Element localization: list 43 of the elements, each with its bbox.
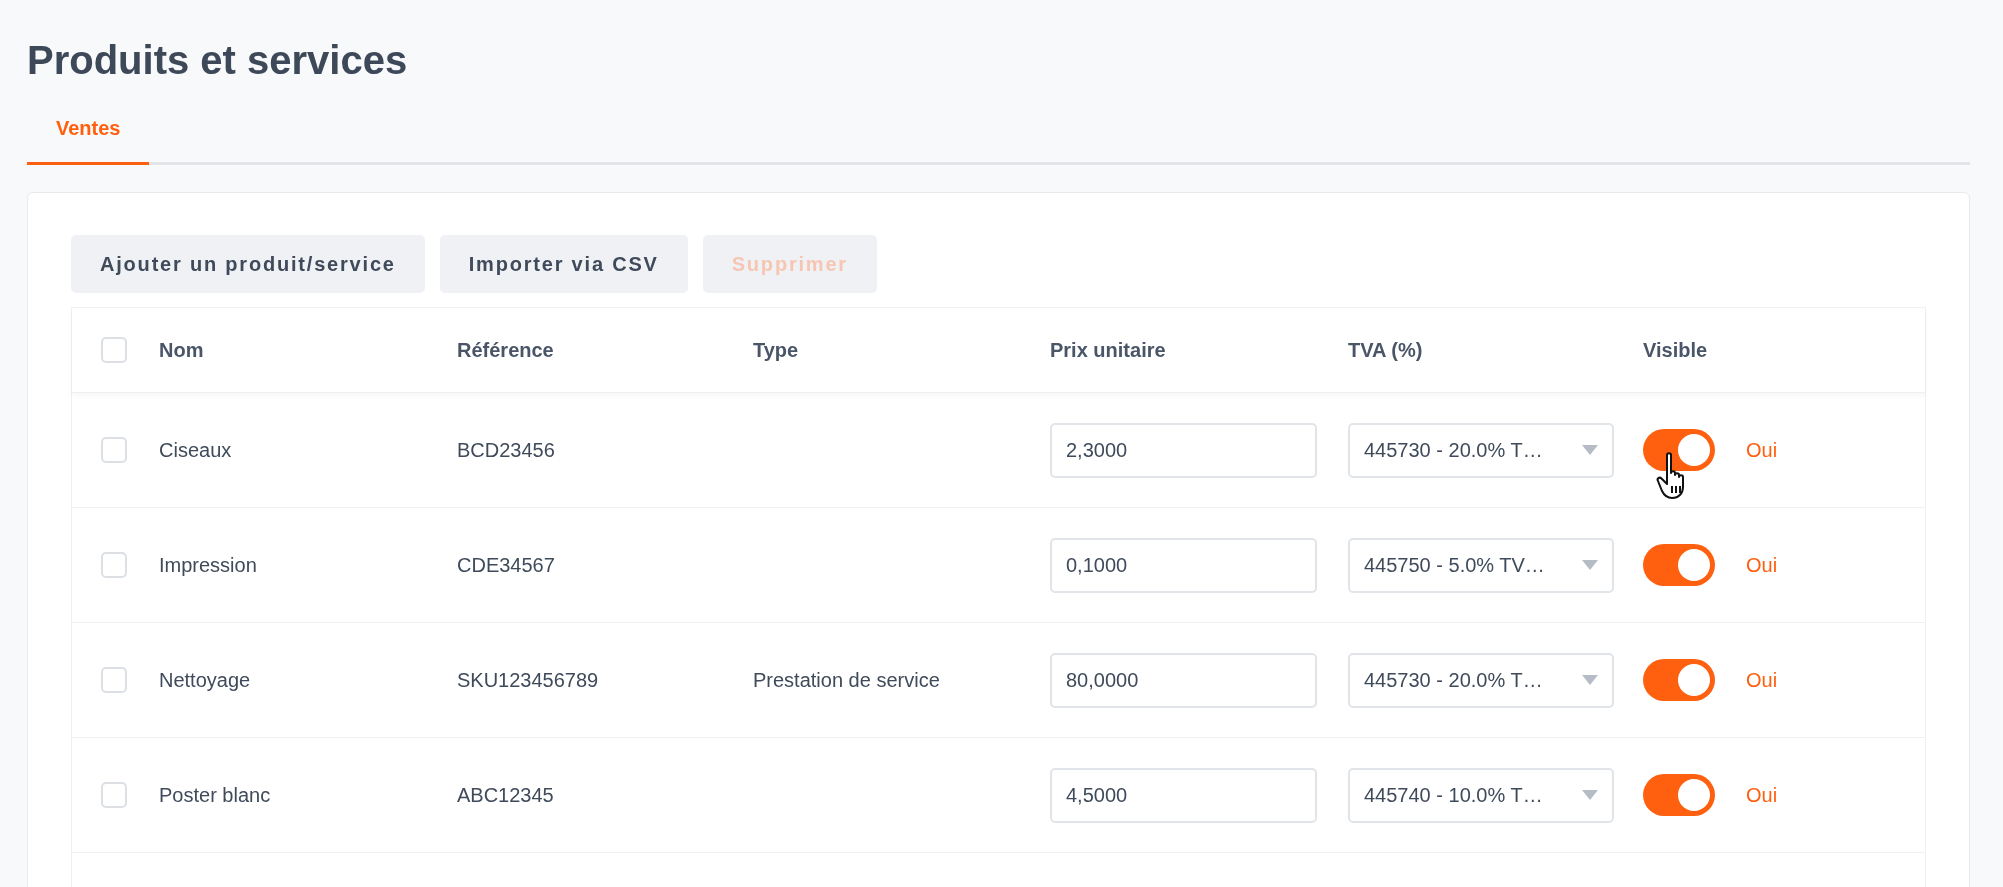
checkbox[interactable]: [101, 667, 127, 693]
vat-select[interactable]: 445740 - 10.0% T…: [1348, 767, 1614, 823]
visible-label: Oui: [1746, 438, 1778, 462]
checkbox[interactable]: [101, 782, 127, 808]
table-cell-text: Nettoyage: [159, 668, 252, 692]
column-header: Référence: [457, 338, 555, 362]
visible-label: Oui: [1746, 668, 1778, 692]
page-title: Produits et services: [27, 38, 409, 83]
column-header: TVA (%): [1348, 338, 1424, 362]
toolbar-button[interactable]: Ajouter un produit/service: [71, 235, 425, 293]
caret-icon: [1582, 790, 1598, 800]
caret-icon: [1582, 560, 1598, 570]
table-cell-text: Prestation de service: [753, 668, 941, 692]
vat-select[interactable]: 445730 - 20.0% T…: [1348, 652, 1614, 708]
caret-icon: [1582, 675, 1598, 685]
checkbox[interactable]: [101, 552, 127, 578]
table-cell-text: Poster blanc: [159, 783, 272, 807]
vat-select[interactable]: 445730 - 20.0% T…: [1348, 422, 1614, 478]
table-cell-text: ABC12345: [457, 783, 555, 807]
table-cell-text: CDE34567: [457, 553, 556, 577]
column-header: Visible: [1643, 338, 1709, 362]
toolbar-button[interactable]: Importer via CSV: [439, 235, 688, 293]
toggle-switch[interactable]: [1643, 429, 1715, 471]
visible-label: Oui: [1746, 783, 1778, 807]
caret-icon: [1582, 445, 1598, 455]
checkbox[interactable]: [101, 437, 127, 463]
visible-label: Oui: [1746, 553, 1778, 577]
table-cell-text: SKU123456789: [457, 668, 600, 692]
table-cell-text: BCD23456: [457, 438, 556, 462]
toggle-switch[interactable]: [1643, 544, 1715, 586]
price-input[interactable]: 0,1000: [1050, 537, 1317, 593]
price-input[interactable]: 4,5000: [1050, 767, 1317, 823]
column-header: Type: [753, 338, 800, 362]
column-header: Nom: [159, 338, 205, 362]
checkbox[interactable]: [101, 337, 127, 363]
toggle-switch[interactable]: [1643, 774, 1715, 816]
vat-select[interactable]: 445750 - 5.0% TV…: [1348, 537, 1614, 593]
table-cell-text: Ciseaux: [159, 438, 233, 462]
table-cell-text: Impression: [159, 553, 258, 577]
column-header: Prix unitaire: [1050, 338, 1167, 362]
toggle-switch[interactable]: [1643, 659, 1715, 701]
price-input[interactable]: 80,0000: [1050, 652, 1317, 708]
price-input[interactable]: 2,3000: [1050, 422, 1317, 478]
